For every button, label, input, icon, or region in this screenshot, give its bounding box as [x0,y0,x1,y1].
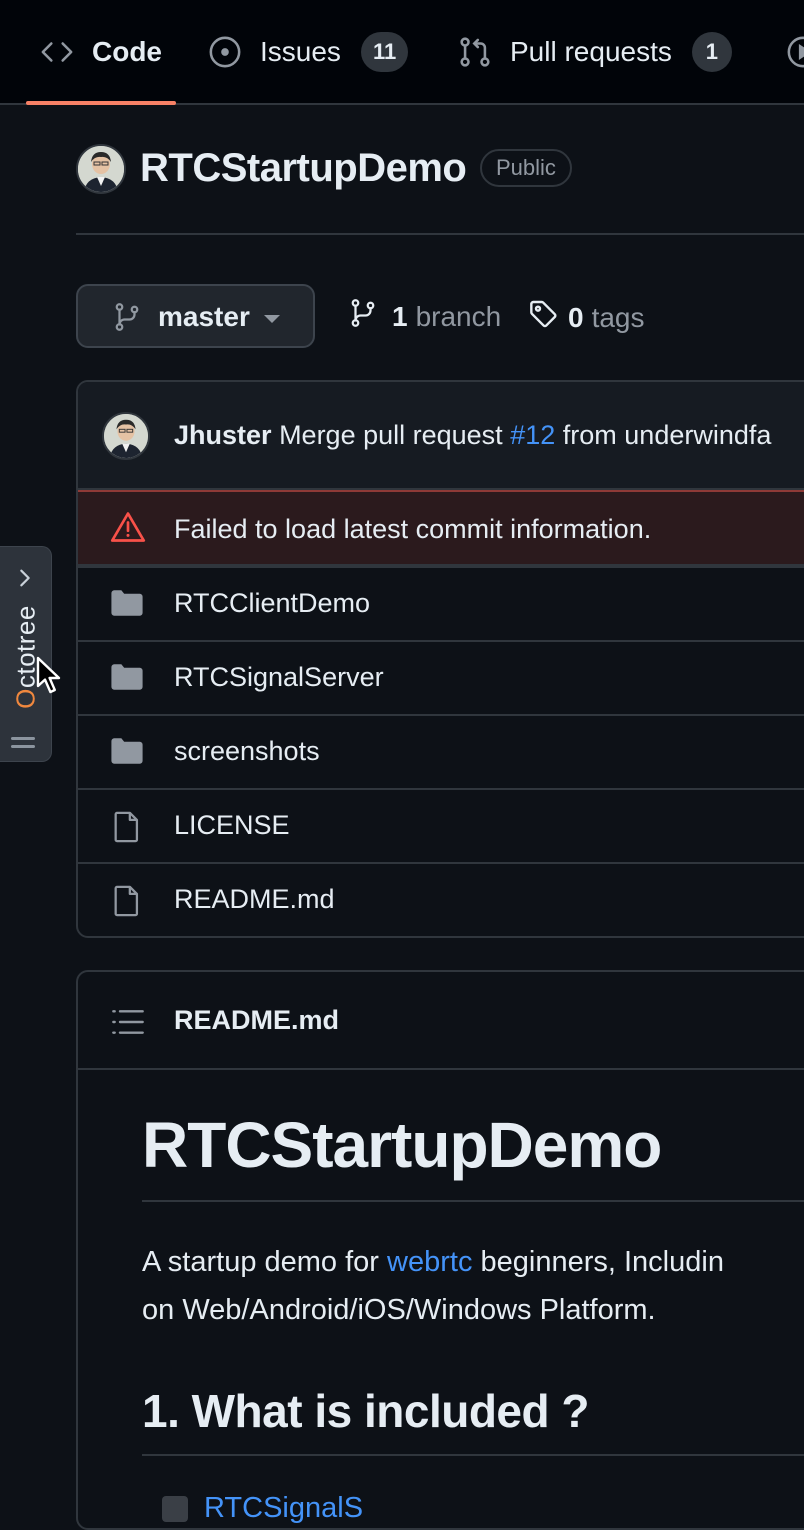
file-name[interactable]: screenshots [174,736,320,767]
owner-avatar[interactable] [76,144,126,194]
tab-pull-requests[interactable]: Pull requests 1 [458,0,732,103]
tags-link[interactable]: 0 tags [528,298,645,337]
mouse-cursor-icon [36,656,62,701]
folder-icon [110,662,144,697]
commit-pr-link[interactable]: #12 [510,420,555,450]
commit-message-prefix[interactable]: Merge pull request [279,420,503,450]
branches-count: 1 [392,300,408,332]
file-row[interactable]: LICENSE [78,788,804,862]
file-row[interactable]: README.md [78,862,804,936]
alert-icon [110,510,146,549]
tag-icon [528,298,560,337]
issue-opened-icon [208,35,242,69]
tab-actions-partial[interactable] [786,0,804,103]
tab-pull-requests-label: Pull requests [510,35,672,67]
readme-file-title[interactable]: README.md [174,1005,339,1036]
repo-name[interactable]: RTCStartupDemo [140,146,467,191]
intro-prefix: A startup demo for [142,1246,379,1278]
latest-commit-row: Jhuster Merge pull request #12 from unde… [78,382,804,490]
tab-code[interactable]: Code [40,0,162,103]
list-item-label: RTCSignalS [204,1492,364,1524]
file-list: Jhuster Merge pull request #12 from unde… [76,380,804,938]
branch-selector-button[interactable]: master [76,284,315,348]
git-pull-request-icon [458,35,492,69]
git-branch-icon [112,302,142,337]
tab-issues-label: Issues [260,35,341,67]
file-name[interactable]: RTCClientDemo [174,588,370,619]
file-name[interactable]: README.md [174,884,335,915]
readme-heading: RTCStartupDemo [142,1108,804,1202]
tags-count: 0 [568,301,584,333]
code-icon [40,35,74,69]
file-name[interactable]: RTCSignalServer [174,662,384,693]
header-divider [76,233,804,235]
visibility-badge: Public [480,149,572,187]
tab-code-label: Code [92,35,162,67]
folder-icon [110,588,144,623]
file-row[interactable]: RTCClientDemo [78,566,804,640]
readme-panel: README.md RTCStartupDemo A startup demo … [76,970,804,1530]
chevron-right-icon[interactable] [14,567,36,594]
chevron-down-icon [264,315,280,323]
folder-icon [110,736,144,771]
file-row[interactable]: RTCSignalServer [78,640,804,714]
branches-link[interactable]: 1 branch [348,298,501,335]
readme-section-heading: 1. What is included ? [142,1384,804,1456]
repo-nav: Code Issues 11 Pull requests 1 [0,0,804,105]
commit-author[interactable]: Jhuster [174,420,272,450]
intro-suffix: beginners, Includin [480,1246,724,1278]
branches-label: branch [415,300,502,332]
pull-requests-count-badge: 1 [691,31,732,72]
play-icon [786,35,804,69]
octotree-toggle[interactable]: Octotree [0,546,52,762]
webrtc-link[interactable]: webrtc [387,1246,472,1278]
list-unordered-icon[interactable] [112,1008,144,1041]
file-name[interactable]: LICENSE [174,810,290,841]
git-branch-icon [348,298,378,335]
commit-message: Jhuster Merge pull request #12 from unde… [174,420,771,451]
error-message: Failed to load latest commit information… [174,514,652,544]
readme-header: README.md [78,972,804,1070]
commit-author-avatar[interactable] [102,412,150,460]
tab-issues[interactable]: Issues 11 [208,0,409,103]
current-branch-label: master [158,301,250,332]
readme-intro: A startup demo for webrtc beginners, Inc… [142,1238,804,1334]
file-row[interactable]: screenshots [78,714,804,788]
tags-label: tags [591,301,645,333]
commit-load-error: Failed to load latest commit information… [78,490,804,566]
list-item[interactable]: RTCSignalS [162,1492,363,1525]
bullet-icon [162,1495,188,1522]
file-icon [110,884,144,923]
commit-message-suffix[interactable]: from underwindfa [563,420,772,450]
intro-line-2: on Web/Android/iOS/Windows Platform. [142,1294,656,1326]
active-tab-underline [26,101,176,105]
file-icon [110,810,144,849]
issues-count-badge: 11 [360,31,409,72]
